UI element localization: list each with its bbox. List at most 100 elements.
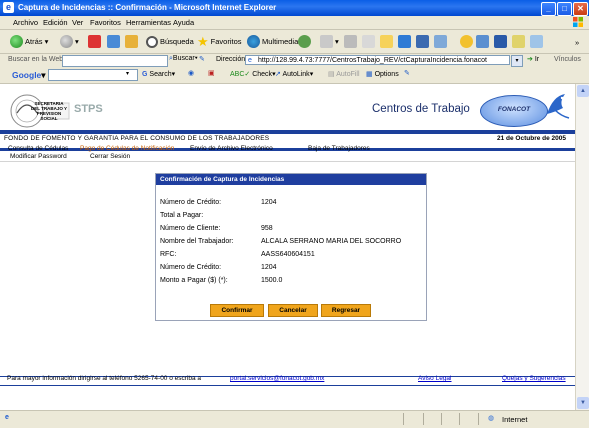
messenger-icon xyxy=(398,35,411,48)
maximize-button[interactable]: □ xyxy=(557,2,572,16)
toolbar-chevron[interactable]: » xyxy=(575,35,579,50)
menu-edicion[interactable]: Edición xyxy=(43,18,68,27)
menu-favoritos[interactable]: Favoritos xyxy=(90,18,121,27)
nav-baja-trabajadores[interactable]: Baja de Trabajadores xyxy=(308,145,370,152)
discuss-button[interactable] xyxy=(380,34,395,49)
print-icon xyxy=(344,35,357,48)
address-bar: Buscar en la Web ⌕Buscar▾ ✎ Dirección e … xyxy=(0,54,589,69)
footer-text: Para mayor información dirigirse al telé… xyxy=(7,375,202,382)
tool-e-icon xyxy=(494,35,507,48)
favorites-button[interactable]: ★ Favoritos xyxy=(197,34,242,49)
cancel-button[interactable]: Cancelar xyxy=(268,304,318,317)
go-button[interactable]: ➔ Ir xyxy=(527,55,539,63)
legal-notice-link[interactable]: Aviso Legal xyxy=(418,375,452,382)
tool-d-icon xyxy=(476,35,489,48)
nav-modificar-password[interactable]: Modificar Password xyxy=(10,153,67,160)
ie-icon: e xyxy=(3,2,14,13)
stop-icon xyxy=(88,35,101,48)
status-divider-5 xyxy=(478,413,479,425)
media-button[interactable]: Multimedia xyxy=(247,34,298,49)
field-value-credito-2: 1204 xyxy=(261,264,277,271)
window-title: Captura de Incidencias :: Confirmación -… xyxy=(18,3,277,12)
minimize-button[interactable]: _ xyxy=(541,2,556,16)
menu-herramientas[interactable]: Herramientas xyxy=(126,18,171,27)
footer-email-link[interactable]: portal.servicios@fonacot.gob.mx xyxy=(230,375,324,382)
page-icon: e xyxy=(248,57,252,64)
tool-button-a[interactable] xyxy=(416,34,431,49)
options-button[interactable]: ▦ Options xyxy=(366,70,399,78)
field-label-rfc: RFC: xyxy=(160,251,177,258)
autolink-button[interactable]: ↗ AutoLink▾ xyxy=(275,70,313,78)
field-label-trabajador: Nombre del Trabajador: xyxy=(160,238,234,245)
tool-button-e[interactable] xyxy=(494,34,509,49)
google-input-dropdown[interactable]: ▾ xyxy=(126,70,129,77)
forward-arrow-icon xyxy=(60,35,73,48)
menu-archivo[interactable]: Archivo xyxy=(13,18,38,27)
scroll-down-button[interactable]: ▼ xyxy=(577,397,589,409)
mail-icon xyxy=(320,35,333,48)
news-icon[interactable]: ◉ xyxy=(188,69,194,77)
scroll-up-button[interactable]: ▲ xyxy=(577,85,589,97)
highlight-icon[interactable]: ✎ xyxy=(199,55,205,63)
close-button[interactable]: ✕ xyxy=(573,2,588,16)
back-button-form[interactable]: Regresar xyxy=(321,304,371,317)
web-search-button[interactable]: ⌕Buscar▾ xyxy=(169,55,198,63)
google-search-button[interactable]: G Search▾ xyxy=(142,70,175,78)
tool-button-d[interactable] xyxy=(476,34,491,49)
globe-icon: ◍ xyxy=(488,415,495,422)
menu-ver[interactable]: Ver xyxy=(72,18,83,27)
check-icon: ABC✓ xyxy=(230,71,251,78)
star-icon: ★ xyxy=(197,33,209,49)
google-search-input[interactable] xyxy=(48,69,138,81)
tool-b-icon xyxy=(434,35,447,48)
complaints-link[interactable]: Quejas y Sugerencias xyxy=(502,375,566,382)
tool-button-g[interactable] xyxy=(530,34,545,49)
tool-button-f[interactable] xyxy=(512,34,527,49)
menu-ayuda[interactable]: Ayuda xyxy=(173,18,194,27)
refresh-button[interactable] xyxy=(107,34,122,49)
refresh-icon xyxy=(107,35,120,48)
autolink-icon: ↗ xyxy=(275,71,281,78)
edit-button[interactable] xyxy=(362,34,377,49)
nav-envio-archivo[interactable]: Envío de Archivo Electrónico xyxy=(190,145,273,152)
fonacot-logo: FONACOT xyxy=(480,95,548,127)
nav-pago-cedulas[interactable]: Pago de Cédulas de Notificación xyxy=(80,145,174,152)
print-button[interactable] xyxy=(344,34,359,49)
mail-button[interactable]: ▾ xyxy=(320,34,339,49)
messenger-button[interactable] xyxy=(398,34,413,49)
pagerank-icon[interactable]: ▣ xyxy=(208,69,215,77)
home-button[interactable] xyxy=(125,34,140,49)
page-status-icon: e xyxy=(5,414,9,421)
status-divider-3 xyxy=(441,413,442,425)
url-field[interactable]: e http://128.99.4.73:7777/CentrosTrabajo… xyxy=(245,55,510,65)
spellcheck-button[interactable]: ABC✓ Check▾ xyxy=(230,70,276,78)
page-content: SECRETARIA DEL TRABAJO Y PREVISION SOCIA… xyxy=(0,84,575,410)
vertical-scrollbar[interactable]: ▲ ▼ xyxy=(575,84,589,410)
menu-bar: Archivo Edición Ver Favoritos Herramient… xyxy=(0,16,589,30)
google-logo[interactable]: Google▾ xyxy=(12,70,46,81)
footer-bottom-rule xyxy=(0,385,575,386)
web-search-input[interactable] xyxy=(62,55,168,67)
status-divider xyxy=(403,413,404,425)
url-dropdown-button[interactable]: ▾ xyxy=(511,55,523,67)
confirm-button[interactable]: Confirmar xyxy=(210,304,264,317)
stop-button[interactable] xyxy=(88,34,103,49)
back-button[interactable]: Atrás ▾ xyxy=(10,34,48,49)
edit-icon xyxy=(362,35,375,48)
tool-button-c[interactable] xyxy=(460,34,475,49)
forward-button[interactable]: ▾ xyxy=(60,34,79,49)
history-button[interactable] xyxy=(298,34,313,49)
current-date: 21 de Octubre de 2005 xyxy=(497,135,567,142)
field-label-credito-2: Número de Crédito: xyxy=(160,264,222,271)
links-label[interactable]: Vínculos xyxy=(554,56,581,63)
go-arrow-icon: ➔ xyxy=(527,56,533,63)
back-arrow-icon xyxy=(10,35,23,48)
nav-cerrar-sesion[interactable]: Cerrar Sesión xyxy=(90,153,130,160)
autofill-button[interactable]: ▤ AutoFill xyxy=(328,70,360,78)
tool-button-b[interactable] xyxy=(434,34,449,49)
nav-consulta-cedulas[interactable]: Consulta de Cédulas xyxy=(8,145,68,152)
web-search-label: Buscar en la Web xyxy=(8,56,64,63)
toolbar-extra-icon[interactable]: ✎ xyxy=(404,69,410,77)
toolbar: Atrás ▾ ▾ Búsqueda ★ Favoritos Multimedi… xyxy=(0,30,589,54)
search-button[interactable]: Búsqueda xyxy=(146,34,194,49)
